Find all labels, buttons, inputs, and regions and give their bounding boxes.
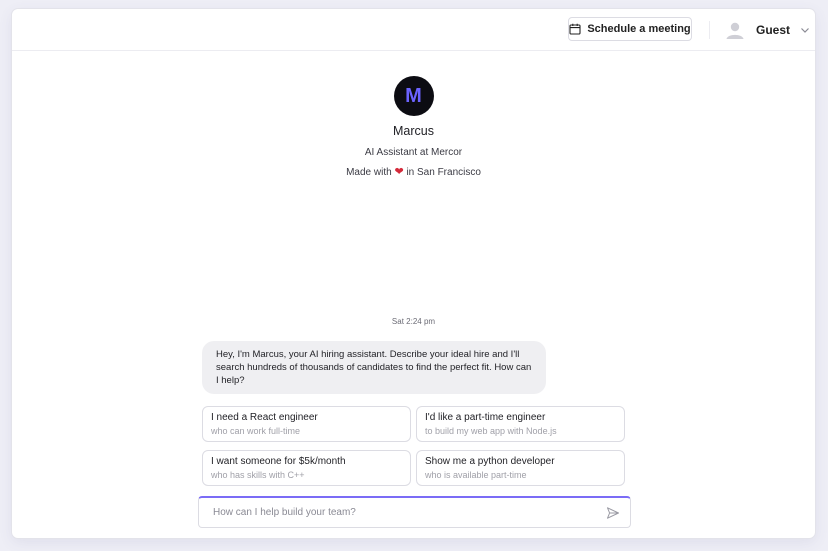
user-name: Guest — [756, 23, 791, 37]
chat-window: Schedule a meeting Guest M Marcus AI Ass… — [12, 9, 815, 538]
suggestion-subtitle: who has skills with C++ — [211, 470, 305, 480]
made-with-line: Made with ❤ in San Francisco — [12, 165, 815, 178]
suggestion-title: Show me a python developer — [425, 456, 555, 467]
assistant-profile: M Marcus AI Assistant at Mercor Made wit… — [12, 76, 815, 178]
schedule-meeting-button[interactable]: Schedule a meeting — [568, 17, 692, 41]
chat-input-container — [198, 496, 631, 528]
suggestion-subtitle: who is available part-time — [425, 470, 527, 480]
message-timestamp: Sat 2:24 pm — [391, 317, 436, 326]
suggestion-subtitle: who can work full-time — [211, 426, 301, 436]
heart-icon: ❤ — [394, 166, 404, 178]
suggestion-react-engineer[interactable]: I need a React engineer who can work ful… — [202, 406, 411, 442]
suggestion-title: I want someone for $5k/month — [211, 456, 346, 467]
chat-input[interactable] — [199, 498, 589, 526]
header-divider — [709, 21, 710, 39]
calendar-icon — [569, 23, 581, 35]
user-avatar-icon — [726, 22, 744, 39]
schedule-meeting-label: Schedule a meeting — [587, 23, 691, 35]
assistant-role: AI Assistant at Mercor — [364, 147, 463, 158]
assistant-message-bubble: Hey, I'm Marcus, your AI hiring assistan… — [202, 341, 546, 394]
logo-letter: M — [405, 85, 422, 107]
made-with-prefix: Made with — [346, 167, 392, 178]
user-menu[interactable]: Guest — [724, 19, 810, 41]
suggestion-5k-month[interactable]: I want someone for $5k/month who has ski… — [202, 450, 411, 486]
suggestion-python-developer[interactable]: Show me a python developer who is availa… — [416, 450, 625, 486]
assistant-name: Marcus — [393, 124, 434, 138]
suggestion-title: I need a React engineer — [211, 412, 318, 423]
top-bar: Schedule a meeting Guest — [12, 9, 815, 51]
made-with-suffix: in San Francisco — [406, 167, 481, 178]
suggestion-part-time-engineer[interactable]: I'd like a part-time engineer to build m… — [416, 406, 625, 442]
suggestion-title: I'd like a part-time engineer — [425, 412, 546, 423]
assistant-logo: M — [393, 76, 434, 116]
suggestion-subtitle: to build my web app with Node.js — [425, 426, 557, 436]
send-icon[interactable] — [606, 506, 620, 520]
chevron-down-icon — [801, 28, 809, 33]
